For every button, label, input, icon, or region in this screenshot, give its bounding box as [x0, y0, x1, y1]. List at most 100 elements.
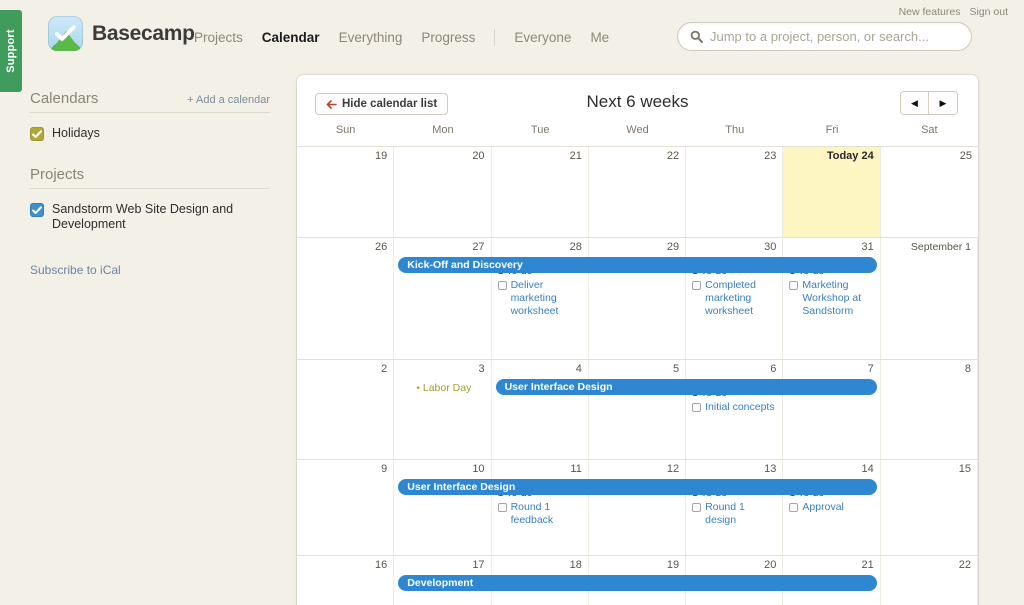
- nav-item-calendar[interactable]: Calendar: [262, 30, 320, 45]
- new-features-link[interactable]: New features: [899, 6, 961, 18]
- calendar-day-cell[interactable]: 141 To-doApproval: [783, 460, 881, 555]
- calendar-day-cell[interactable]: 16: [297, 556, 395, 605]
- calendar-day-cell[interactable]: 61 To-doInitial concepts: [686, 360, 784, 459]
- add-calendar-link[interactable]: + Add a calendar: [187, 94, 270, 106]
- todo-checkbox-icon[interactable]: [692, 281, 702, 290]
- next-period-button[interactable]: ▶: [929, 92, 957, 114]
- todo-checkbox-icon[interactable]: [692, 403, 702, 412]
- todo-name[interactable]: Approval: [802, 501, 843, 514]
- day-number: 18: [569, 559, 582, 571]
- calendar-day-cell[interactable]: September 1: [881, 238, 978, 359]
- calendar-day-cell[interactable]: 23: [686, 147, 784, 237]
- day-number: 22: [958, 559, 971, 571]
- calendar-day-cell[interactable]: 8: [881, 360, 978, 459]
- calendar-day-cell[interactable]: 7: [783, 360, 881, 459]
- dow-tue: Tue: [530, 124, 550, 136]
- calendar-day-cell[interactable]: 2: [297, 360, 395, 459]
- todo-item[interactable]: Round 1 feedback: [497, 501, 582, 527]
- day-number: Today 24: [826, 150, 874, 162]
- day-number: 12: [666, 463, 680, 475]
- day-number: 29: [666, 241, 680, 253]
- calendar-day-cell[interactable]: 3: [394, 360, 492, 459]
- calendar-range-title: Next 6 weeks: [586, 92, 689, 111]
- calendar-week-row: 9 10 111 To-doRound 1 feedback 12 131 To-doR…: [297, 460, 978, 556]
- calendar-event-bar[interactable]: User Interface Design: [398, 479, 877, 495]
- todo-item[interactable]: Initial concepts: [692, 401, 776, 414]
- day-number: 26: [375, 241, 388, 253]
- calendar-day-cell[interactable]: 15: [881, 460, 978, 555]
- day-number: September 1: [910, 241, 971, 253]
- sandstorm-project-checkbox[interactable]: [30, 202, 44, 217]
- day-number: 10: [472, 463, 485, 475]
- calendar-event-bar[interactable]: Development: [398, 575, 877, 591]
- todo-name[interactable]: Deliver marketing worksheet: [511, 279, 582, 317]
- holiday-label[interactable]: • Labor Day: [416, 382, 471, 394]
- calendar-day-cell[interactable]: 131 To-doRound 1 design: [686, 460, 784, 555]
- calendar-day-cell-today[interactable]: Today 24: [783, 147, 881, 237]
- day-of-week-header: Sun Mon Tue Wed Thu Fri Sat: [297, 124, 978, 146]
- sign-out-link[interactable]: Sign out: [969, 6, 1008, 18]
- todo-item[interactable]: Round 1 design: [692, 501, 776, 527]
- search-input[interactable]: [710, 29, 959, 44]
- calendar-day-cell[interactable]: 21: [492, 147, 589, 237]
- todo-name[interactable]: Round 1 feedback: [511, 501, 582, 527]
- calendar-day-cell[interactable]: 20: [394, 147, 492, 237]
- day-number: 28: [569, 241, 582, 253]
- todo-checkbox-icon[interactable]: [789, 503, 799, 512]
- sidebar-item-sandstorm-project[interactable]: Sandstorm Web Site Design and Developmen…: [30, 202, 270, 233]
- calendar-day-cell[interactable]: 25: [881, 147, 978, 237]
- nav-item-everything[interactable]: Everything: [339, 30, 403, 45]
- calendar-day-cell[interactable]: 19: [297, 147, 395, 237]
- calendar-day-cell[interactable]: 5: [589, 360, 687, 459]
- calendar-day-cell[interactable]: 22: [589, 147, 687, 237]
- dow-sat: Sat: [921, 124, 938, 136]
- day-number: 17: [472, 559, 485, 571]
- holiday-dot-icon: •: [416, 382, 423, 394]
- todo-checkbox-icon[interactable]: [497, 503, 507, 512]
- todo-name[interactable]: Round 1 design: [705, 501, 776, 527]
- main-nav: Projects Calendar Everything Progress Ev…: [194, 29, 609, 46]
- day-number: 22: [666, 150, 680, 162]
- todo-checkbox-icon[interactable]: [497, 281, 507, 290]
- search-box[interactable]: [677, 22, 972, 51]
- nav-item-everyone[interactable]: Everyone: [514, 30, 571, 45]
- calendar-event-bar[interactable]: Kick-Off and Discovery: [398, 257, 877, 273]
- holidays-checkbox[interactable]: [30, 127, 44, 141]
- todo-name[interactable]: Initial concepts: [705, 401, 774, 414]
- subscribe-ical-link[interactable]: Subscribe to iCal: [30, 263, 121, 277]
- sidebar-item-holidays[interactable]: Holidays: [30, 126, 270, 142]
- sandstorm-project-label: Sandstorm Web Site Design and Developmen…: [52, 201, 234, 232]
- todo-name[interactable]: Marketing Workshop at Sandstorm: [802, 279, 873, 317]
- calendar-day-cell[interactable]: 111 To-doRound 1 feedback: [492, 460, 589, 555]
- todo-item[interactable]: Marketing Workshop at Sandstorm: [789, 279, 873, 317]
- todo-name[interactable]: Completed marketing worksheet: [705, 279, 776, 317]
- day-number: 7: [867, 363, 874, 375]
- calendar-day-cell[interactable]: 9: [297, 460, 395, 555]
- search-icon: [690, 30, 703, 43]
- calendar-event-bar[interactable]: User Interface Design: [495, 379, 877, 395]
- utility-links: New features Sign out: [899, 6, 1008, 18]
- todo-checkbox-icon[interactable]: [789, 281, 799, 290]
- day-number: 6: [770, 363, 777, 375]
- nav-item-me[interactable]: Me: [590, 30, 609, 45]
- nav-item-projects[interactable]: Projects: [194, 30, 243, 45]
- calendar-day-cell[interactable]: 26: [297, 238, 395, 359]
- calendar-week-row: 2 3 4 5 61 To-doInitial concepts 7 8 • Labor Da…: [297, 360, 978, 460]
- dow-thu: Thu: [725, 124, 745, 136]
- calendar-day-cell[interactable]: 12: [589, 460, 687, 555]
- todo-item[interactable]: Approval: [789, 501, 873, 514]
- calendar-day-cell[interactable]: 22: [881, 556, 978, 605]
- holidays-label: Holidays: [52, 126, 100, 140]
- chevron-left-icon: ◀: [911, 97, 918, 108]
- todo-item[interactable]: Deliver marketing worksheet: [497, 279, 582, 317]
- todo-checkbox-icon[interactable]: [692, 503, 702, 512]
- calendar-day-cell[interactable]: 10: [394, 460, 492, 555]
- calendar-day-cell[interactable]: 4: [492, 360, 589, 459]
- projects-header: Projects: [30, 166, 270, 189]
- nav-item-progress[interactable]: Progress: [421, 30, 475, 45]
- todo-item[interactable]: Completed marketing worksheet: [692, 279, 776, 317]
- brand-logo[interactable]: Basecamp: [48, 16, 195, 51]
- day-number: 8: [964, 363, 971, 375]
- previous-period-button[interactable]: ◀: [901, 92, 929, 114]
- day-number: 2: [381, 363, 388, 375]
